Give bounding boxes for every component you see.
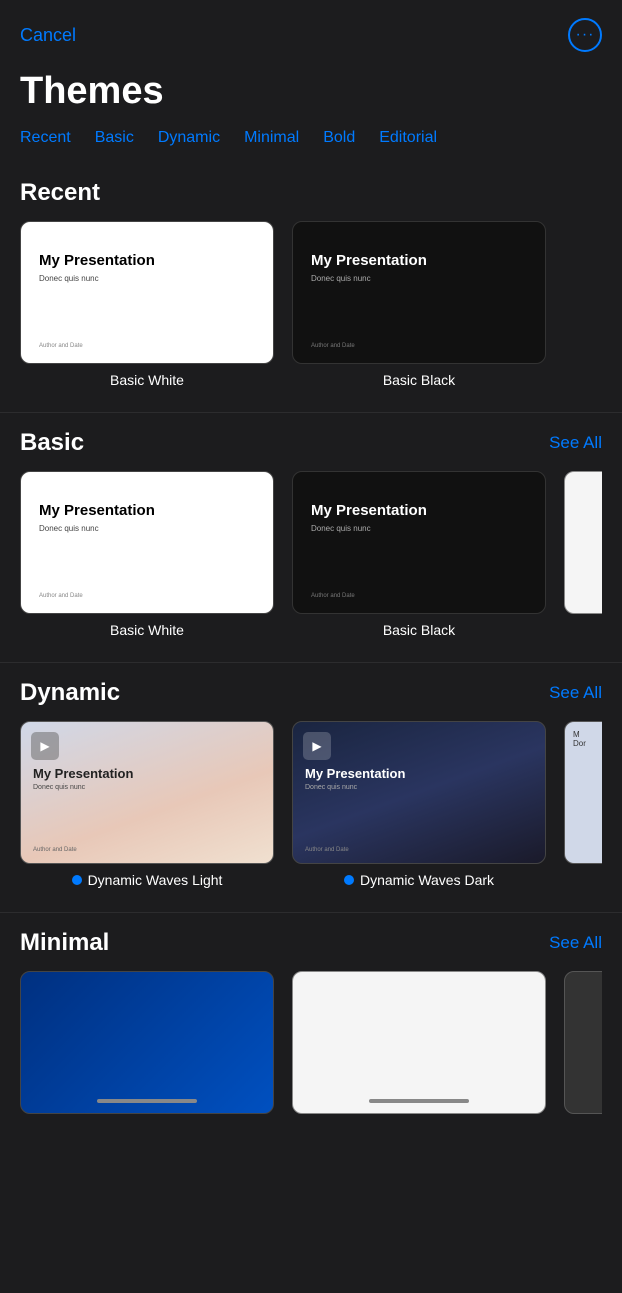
- dot-icon-dark: [344, 875, 354, 885]
- more-dots-icon: ···: [576, 27, 595, 43]
- card-label-basic-white-basic: Basic White: [110, 622, 184, 638]
- basic-see-all[interactable]: See All: [549, 433, 602, 453]
- progress-bar: [369, 1099, 469, 1103]
- card-dynamic-waves-light[interactable]: ▶ My Presentation Donec quis nunc Author…: [20, 721, 274, 888]
- basic-cards-row: My Presentation Donec quis nunc Author a…: [20, 471, 602, 638]
- tab-bold[interactable]: Bold: [323, 129, 355, 147]
- card-thumb-partial: [564, 471, 602, 614]
- section-basic-header: Basic See All: [20, 429, 602, 457]
- section-dynamic-header: Dynamic See All: [20, 679, 602, 707]
- slide-author: Author and Date: [33, 847, 77, 853]
- card-minimal-blue[interactable]: [20, 971, 274, 1114]
- card-label-dynamic-dark: Dynamic Waves Dark: [360, 872, 494, 888]
- slide-author: Author and Date: [39, 593, 83, 599]
- play-icon-light: ▶: [31, 732, 59, 760]
- slide-author: Author and Date: [39, 343, 83, 349]
- card-dynamic-partial[interactable]: MDor: [564, 721, 602, 888]
- card-thumb-dynamic-light: ▶ My Presentation Donec quis nunc Author…: [20, 721, 274, 864]
- slide-title: My Presentation: [39, 502, 155, 519]
- progress-bar: [97, 1099, 197, 1103]
- slide-title: My Presentation: [39, 252, 155, 269]
- tab-minimal[interactable]: Minimal: [244, 129, 299, 147]
- slide-title: My Presentation: [33, 766, 133, 781]
- card-thumb-dynamic-dark: ▶ My Presentation Donec quis nunc Author…: [292, 721, 546, 864]
- card-thumb-dynamic-partial: MDor: [564, 721, 602, 864]
- card-thumb-basic-white-basic: My Presentation Donec quis nunc Author a…: [20, 471, 274, 614]
- card-label-basic-black-basic: Basic Black: [383, 622, 455, 638]
- card-basic-black-recent[interactable]: My Presentation Donec quis nunc Author a…: [292, 221, 546, 388]
- card-label-dynamic-light: Dynamic Waves Light: [88, 872, 223, 888]
- dynamic-cards-row: ▶ My Presentation Donec quis nunc Author…: [20, 721, 602, 888]
- section-minimal-title: Minimal: [20, 929, 109, 957]
- slide-author: Author and Date: [305, 847, 349, 853]
- card-minimal-partial[interactable]: [564, 971, 602, 1114]
- card-basic-black-basic[interactable]: My Presentation Donec quis nunc Author a…: [292, 471, 546, 638]
- cancel-button[interactable]: Cancel: [20, 25, 76, 46]
- tab-editorial[interactable]: Editorial: [379, 129, 437, 147]
- slide-subtitle: Donec quis nunc: [33, 784, 85, 791]
- minimal-cards-row: [20, 971, 602, 1114]
- section-recent: Recent My Presentation Donec quis nunc A…: [0, 163, 622, 396]
- dot-label-dynamic-dark: Dynamic Waves Dark: [344, 872, 494, 888]
- card-label-basic-white-recent: Basic White: [110, 372, 184, 388]
- slide-subtitle: Donec quis nunc: [39, 524, 99, 533]
- minimal-see-all[interactable]: See All: [549, 933, 602, 953]
- section-minimal: Minimal See All: [0, 913, 622, 1122]
- tab-bar: Recent Basic Dynamic Minimal Bold Editor…: [0, 129, 622, 163]
- section-minimal-header: Minimal See All: [20, 929, 602, 957]
- card-thumb-minimal-white: [292, 971, 546, 1114]
- section-basic-title: Basic: [20, 429, 84, 457]
- slide-subtitle: Donec quis nunc: [305, 784, 357, 791]
- card-label-basic-black-recent: Basic Black: [383, 372, 455, 388]
- card-basic-partial[interactable]: [564, 471, 602, 638]
- slide-title: My Presentation: [311, 502, 427, 519]
- card-dynamic-waves-dark[interactable]: ▶ My Presentation Donec quis nunc Author…: [292, 721, 546, 888]
- card-basic-white-recent[interactable]: My Presentation Donec quis nunc Author a…: [20, 221, 274, 388]
- card-thumb-basic-black-recent: My Presentation Donec quis nunc Author a…: [292, 221, 546, 364]
- play-icon-dark: ▶: [303, 732, 331, 760]
- section-dynamic-title: Dynamic: [20, 679, 120, 707]
- tab-basic[interactable]: Basic: [95, 129, 134, 147]
- tab-recent[interactable]: Recent: [20, 129, 71, 147]
- card-thumb-basic-white-recent: My Presentation Donec quis nunc Author a…: [20, 221, 274, 364]
- slide-title: My Presentation: [305, 766, 405, 781]
- slide-author: Author and Date: [311, 593, 355, 599]
- dot-icon-light: [72, 875, 82, 885]
- section-basic: Basic See All My Presentation Donec quis…: [0, 413, 622, 646]
- slide-subtitle: Donec quis nunc: [311, 274, 371, 283]
- slide-subtitle: Donec quis nunc: [39, 274, 99, 283]
- tab-dynamic[interactable]: Dynamic: [158, 129, 220, 147]
- dot-label-dynamic-light: Dynamic Waves Light: [72, 872, 223, 888]
- section-recent-title: Recent: [20, 179, 100, 207]
- page-title: Themes: [0, 62, 622, 129]
- card-thumb-minimal-blue: [20, 971, 274, 1114]
- card-minimal-white[interactable]: [292, 971, 546, 1114]
- header: Cancel ···: [0, 0, 622, 62]
- dynamic-see-all[interactable]: See All: [549, 683, 602, 703]
- slide-subtitle: Donec quis nunc: [311, 524, 371, 533]
- card-thumb-minimal-partial: [564, 971, 602, 1114]
- slide-author: Author and Date: [311, 343, 355, 349]
- more-options-button[interactable]: ···: [568, 18, 602, 52]
- recent-cards-row: My Presentation Donec quis nunc Author a…: [20, 221, 602, 388]
- section-dynamic: Dynamic See All ▶ My Presentation Donec …: [0, 663, 622, 896]
- card-thumb-basic-black-basic: My Presentation Donec quis nunc Author a…: [292, 471, 546, 614]
- slide-title: My Presentation: [311, 252, 427, 269]
- card-basic-white-basic[interactable]: My Presentation Donec quis nunc Author a…: [20, 471, 274, 638]
- section-recent-header: Recent: [20, 179, 602, 207]
